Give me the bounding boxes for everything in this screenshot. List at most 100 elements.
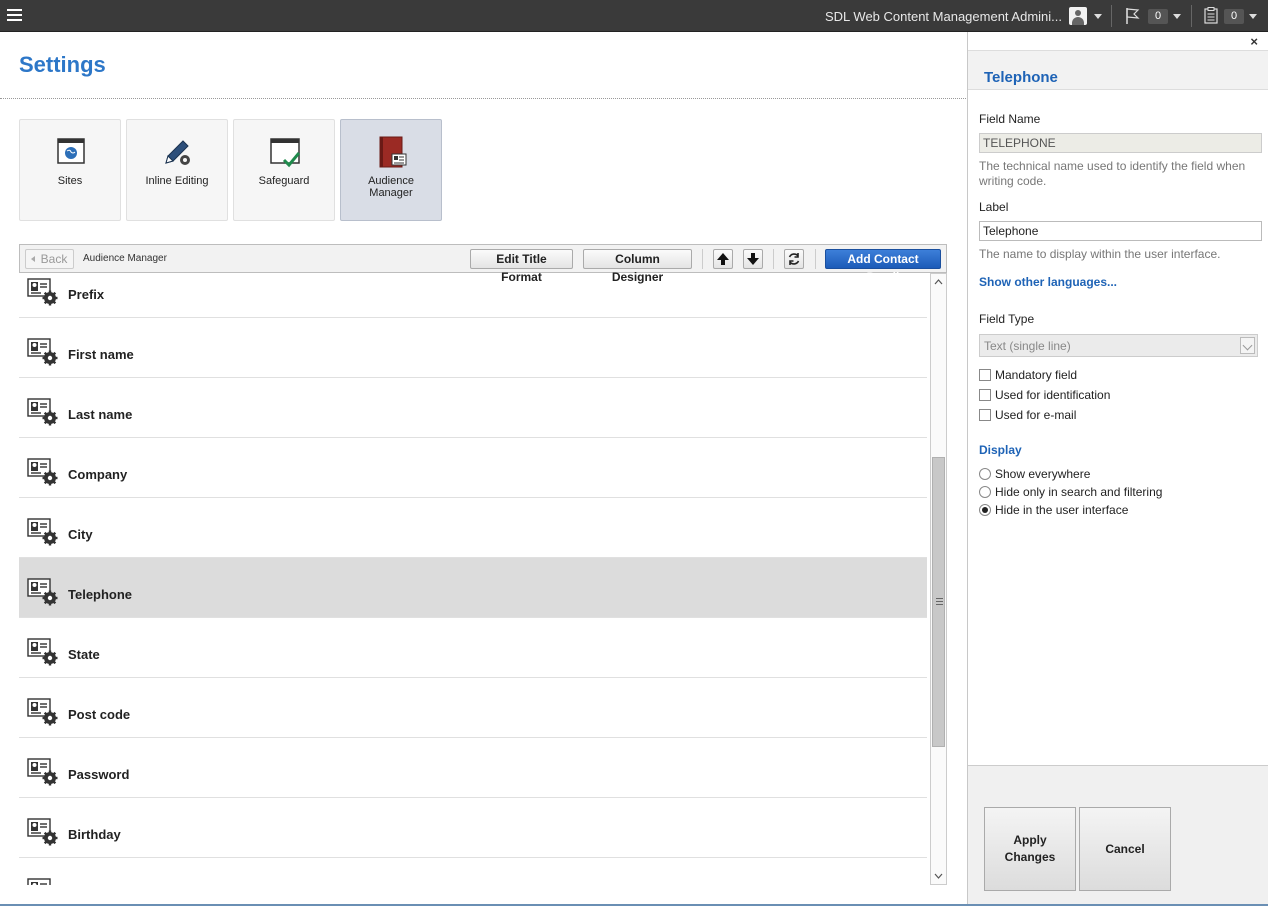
tile-label: Audience Manager xyxy=(368,175,414,199)
toolbar-divider xyxy=(702,249,703,269)
list-item[interactable]: First name xyxy=(19,318,927,378)
safeguard-check-icon xyxy=(270,138,300,168)
list-toolbar: Back Audience Manager Edit Title Format … xyxy=(19,244,947,284)
tile-audience-manager[interactable]: Audience Manager xyxy=(340,119,442,221)
list-item-label: Password xyxy=(68,767,130,782)
display-heading: Display xyxy=(979,443,1022,457)
refresh-icon xyxy=(788,253,800,265)
move-up-button[interactable] xyxy=(713,249,733,269)
scroll-up-button[interactable] xyxy=(931,274,946,290)
user-menu-chevron-down-icon[interactable] xyxy=(1094,14,1102,19)
checkbox-box[interactable] xyxy=(979,369,991,381)
top-bar: SDL Web Content Management Admini... 0 0 xyxy=(0,0,1268,32)
list-item[interactable]: Telephone xyxy=(19,558,927,618)
contact-field-icon xyxy=(27,458,59,486)
contact-field-icon xyxy=(27,638,59,666)
contact-field-icon xyxy=(27,758,59,786)
contact-field-icon xyxy=(27,698,59,726)
toolbar-divider xyxy=(773,249,774,269)
contact-field-icon xyxy=(27,278,59,306)
list-item[interactable]: Password xyxy=(19,738,927,798)
cancel-button[interactable]: Cancel xyxy=(1079,807,1171,891)
arrow-down-icon xyxy=(747,253,759,265)
column-designer-button[interactable]: Column Designer xyxy=(583,249,692,284)
page-title: Settings xyxy=(19,52,106,77)
audience-book-icon xyxy=(379,136,407,168)
refresh-button[interactable] xyxy=(784,249,804,269)
list-scrollbar[interactable] xyxy=(930,273,947,885)
panel-footer: Apply Changes Cancel xyxy=(968,765,1268,906)
list-item[interactable]: Last name xyxy=(19,378,927,438)
notifications-chevron-down-icon[interactable] xyxy=(1173,14,1181,19)
edit-title-format-button[interactable]: Edit Title Format xyxy=(470,249,573,284)
show-other-languages-link[interactable]: Show other languages... xyxy=(979,275,1117,289)
sites-icon xyxy=(57,138,85,164)
flag-icon[interactable] xyxy=(1125,7,1141,25)
contact-field-icon xyxy=(27,818,59,846)
chevron-down-icon xyxy=(934,873,943,879)
notifications-count-badge[interactable]: 0 xyxy=(1148,9,1168,24)
panel-title: Telephone xyxy=(984,69,1058,86)
radio-label: Hide in the user interface xyxy=(995,503,1129,517)
list-item-label: Prefix xyxy=(68,287,105,302)
tile-inline-editing[interactable]: Inline Editing xyxy=(126,119,228,221)
field-type-select[interactable]: Text (single line) xyxy=(979,334,1258,357)
list-item[interactable]: State xyxy=(19,618,927,678)
clipboard-icon[interactable] xyxy=(1204,7,1218,24)
tasks-count-badge[interactable]: 0 xyxy=(1224,9,1244,24)
panel-header: Telephone xyxy=(968,50,1268,90)
checkbox-box[interactable] xyxy=(979,409,991,421)
contact-field-list: Prefix First name Last name Company City Tele… xyxy=(19,273,927,885)
field-type-value: Text (single line) xyxy=(984,339,1071,353)
add-contact-detail-button[interactable]: Add Contact Detail xyxy=(825,249,941,284)
checkbox-box[interactable] xyxy=(979,389,991,401)
label-input[interactable] xyxy=(979,221,1262,241)
checkbox-label: Used for identification xyxy=(995,388,1111,402)
checkbox-label: Used for e-mail xyxy=(995,408,1077,422)
grip-icon xyxy=(936,598,943,605)
list-item[interactable]: Post code xyxy=(19,678,927,738)
field-name-label: Field Name xyxy=(979,112,1041,126)
radio-label: Hide only in search and filtering xyxy=(995,485,1163,499)
tile-sites[interactable]: Sites xyxy=(19,119,121,221)
tile-safeguard[interactable]: Safeguard xyxy=(233,119,335,221)
close-icon[interactable]: × xyxy=(1250,34,1258,49)
back-button[interactable]: Back xyxy=(25,249,74,269)
toolbar-divider xyxy=(815,249,816,269)
topbar-divider xyxy=(1191,5,1192,27)
field-name-help: The technical name used to identify the … xyxy=(979,159,1246,188)
move-down-button[interactable] xyxy=(743,249,763,269)
list-item[interactable]: Prefix xyxy=(19,273,927,318)
radio-button[interactable] xyxy=(979,486,991,498)
contact-field-icon xyxy=(27,338,59,366)
list-item[interactable]: Birthday xyxy=(19,798,927,858)
radio-button[interactable] xyxy=(979,468,991,480)
radio-button[interactable] xyxy=(979,504,991,516)
title-divider xyxy=(0,98,966,99)
contact-field-icon xyxy=(27,398,59,426)
field-name-input[interactable] xyxy=(979,133,1262,153)
list-item-label: Birthday xyxy=(68,827,121,842)
apply-changes-button[interactable]: Apply Changes xyxy=(984,807,1076,891)
field-type-label: Field Type xyxy=(979,312,1035,326)
user-avatar-icon[interactable] xyxy=(1069,7,1087,25)
contact-field-icon xyxy=(27,518,59,546)
list-item-label: First name xyxy=(68,347,134,362)
chevron-down-icon[interactable] xyxy=(1240,337,1255,354)
menu-icon[interactable] xyxy=(7,9,22,22)
back-label: Back xyxy=(40,252,68,266)
list-item[interactable]: Company xyxy=(19,438,927,498)
field-details-panel: × Telephone Field Name The technical nam… xyxy=(967,32,1268,906)
contact-field-icon xyxy=(27,878,59,885)
app-title[interactable]: SDL Web Content Management Admini... xyxy=(825,9,1062,24)
list-item-label: City xyxy=(68,527,93,542)
list-item-label: State xyxy=(68,647,100,662)
list-item[interactable]: City xyxy=(19,498,927,558)
scroll-down-button[interactable] xyxy=(931,868,946,884)
list-item[interactable] xyxy=(19,858,927,885)
tasks-chevron-down-icon[interactable] xyxy=(1249,14,1257,19)
tile-label: Safeguard xyxy=(258,175,310,187)
scrollbar-thumb[interactable] xyxy=(932,457,945,747)
arrow-left-icon xyxy=(31,256,35,262)
pencil-gear-icon xyxy=(165,140,190,165)
